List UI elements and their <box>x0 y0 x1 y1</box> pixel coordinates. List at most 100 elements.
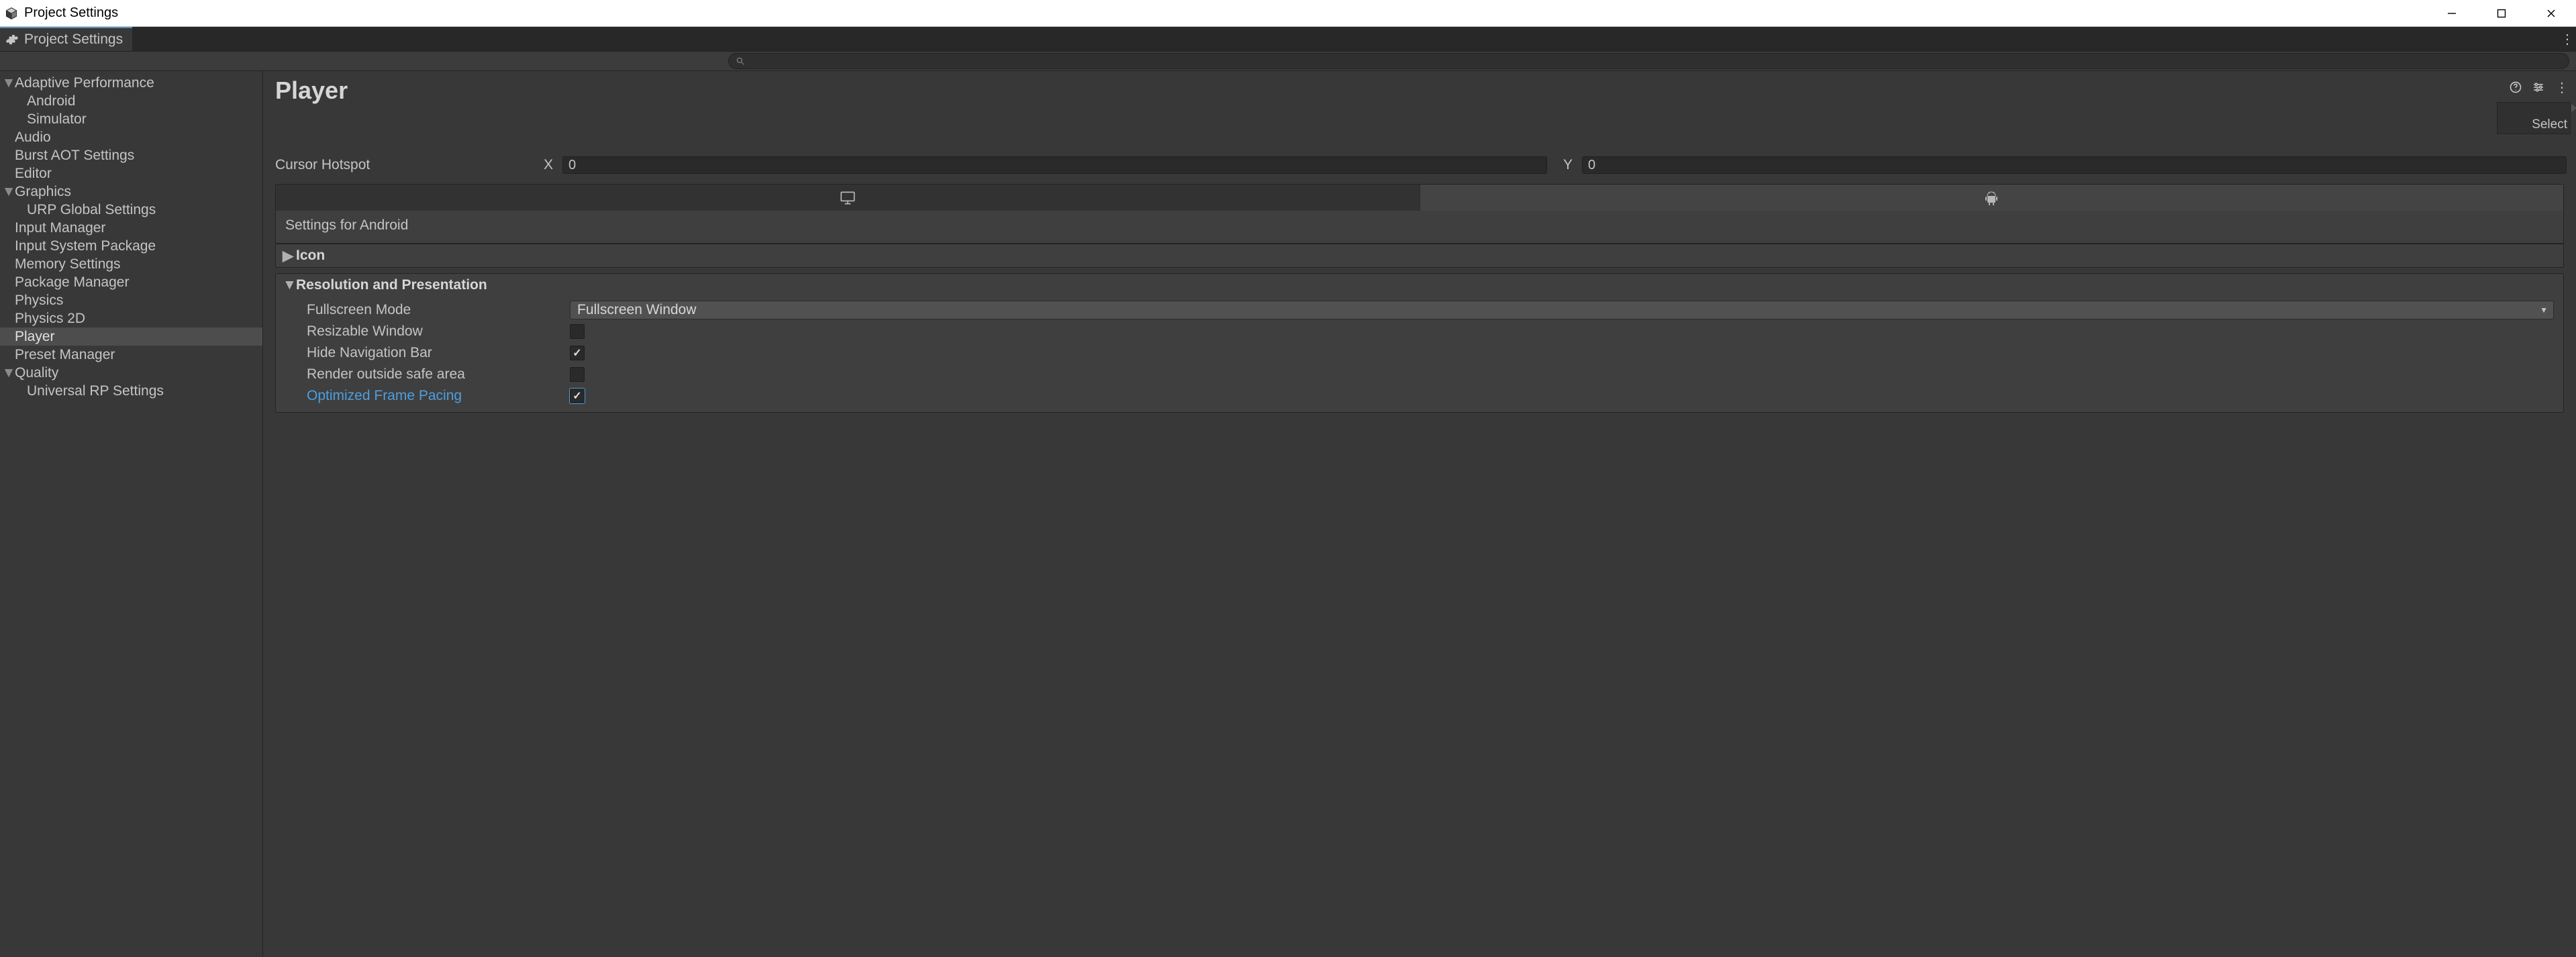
sidebar-item-label: Burst AOT Settings <box>15 148 134 164</box>
page-title: Player <box>275 77 2509 105</box>
platform-tab-group <box>275 184 2564 211</box>
render-outside-safe-label: Render outside safe area <box>307 366 570 383</box>
sidebar-item-label: Adaptive Performance <box>15 75 154 91</box>
sidebar-item-label: Universal RP Settings <box>27 383 164 399</box>
sidebar-item-editor[interactable]: ▼Editor <box>0 164 262 183</box>
sidebar-item-label: Input System Package <box>15 238 156 254</box>
foldout-icon-title: Icon <box>296 248 325 264</box>
sidebar-item-label: Android <box>27 93 75 109</box>
resizable-window-label: Resizable Window <box>307 323 570 340</box>
sidebar-item-quality[interactable]: ▼Quality <box>0 364 262 382</box>
overflow-menu-icon[interactable]: ⋮ <box>2555 81 2568 94</box>
chevron-down-icon: ▼ <box>3 75 15 91</box>
foldout-resolution-header[interactable]: ▼ Resolution and Presentation <box>276 274 2563 297</box>
sidebar-item-label: Simulator <box>27 111 87 128</box>
sidebar-item-label: Quality <box>15 365 58 381</box>
os-titlebar: Project Settings <box>0 0 2576 27</box>
y-axis-label: Y <box>1563 157 1579 173</box>
resizable-window-checkbox[interactable] <box>570 324 585 339</box>
chevron-down-icon: ▼ <box>2540 305 2548 315</box>
select-button-label: Select <box>2532 117 2567 132</box>
sidebar-item-android[interactable]: Android <box>0 92 262 110</box>
sidebar-item-adaptive-performance[interactable]: ▼Adaptive Performance <box>0 74 262 92</box>
hide-nav-bar-label: Hide Navigation Bar <box>307 345 570 361</box>
hide-nav-bar-checkbox[interactable] <box>570 346 585 360</box>
cursor-hotspot-label: Cursor Hotspot <box>275 157 544 173</box>
preset-icon[interactable] <box>2532 81 2545 94</box>
sidebar-item-label: URP Global Settings <box>27 202 156 218</box>
sidebar-item-package-manager[interactable]: ▼Package Manager <box>0 273 262 291</box>
optimized-frame-pacing-row: Optimized Frame Pacing <box>276 385 2563 407</box>
sidebar-item-memory-settings[interactable]: ▼Memory Settings <box>0 255 262 273</box>
tab-project-settings[interactable]: Project Settings <box>0 27 132 51</box>
sidebar-item-label: Editor <box>15 166 52 182</box>
sidebar-item-input-system-package[interactable]: ▼Input System Package <box>0 237 262 255</box>
android-icon <box>1983 190 1999 206</box>
sidebar-item-simulator[interactable]: Simulator <box>0 110 262 128</box>
desktop-icon <box>839 189 856 207</box>
window-maximize-button[interactable] <box>2477 0 2526 27</box>
sidebar-item-preset-manager[interactable]: ▼Preset Manager <box>0 346 262 364</box>
sidebar-item-input-manager[interactable]: ▼Input Manager <box>0 219 262 237</box>
sidebar-item-audio[interactable]: ▼Audio <box>0 128 262 146</box>
render-outside-safe-checkbox[interactable] <box>570 367 585 382</box>
platform-tab-desktop[interactable] <box>276 185 1420 211</box>
sidebar-item-physics[interactable]: ▼Physics <box>0 291 262 309</box>
search-icon <box>736 56 745 66</box>
cursor-hotspot-x-input[interactable] <box>562 156 1547 174</box>
fullscreen-mode-dropdown[interactable]: Fullscreen Window ▼ <box>570 301 2554 319</box>
window-minimize-button[interactable] <box>2427 0 2477 27</box>
foldout-resolution: ▼ Resolution and Presentation Fullscreen… <box>275 273 2564 413</box>
sidebar-item-universal-rp-settings[interactable]: Universal RP Settings <box>0 382 262 400</box>
render-outside-safe-row: Render outside safe area <box>276 364 2563 385</box>
chevron-down-icon: ▼ <box>283 277 292 293</box>
sidebar-item-label: Physics 2D <box>15 311 85 327</box>
fullscreen-mode-row: Fullscreen Mode Fullscreen Window ▼ <box>276 299 2563 321</box>
sidebar-item-label: Preset Manager <box>15 347 115 363</box>
sidebar-item-label: Input Manager <box>15 220 105 236</box>
gear-icon <box>5 33 19 46</box>
sidebar-item-label: Package Manager <box>15 274 129 291</box>
sidebar-item-graphics[interactable]: ▼Graphics <box>0 183 262 201</box>
chevron-down-icon: ▼ <box>3 184 15 200</box>
help-icon[interactable] <box>2509 81 2522 94</box>
unity-icon <box>4 6 19 21</box>
sidebar-item-label: Memory Settings <box>15 256 121 272</box>
window-close-button[interactable] <box>2526 0 2576 27</box>
settings-search-input[interactable] <box>749 56 2562 66</box>
foldout-resolution-title: Resolution and Presentation <box>296 277 487 293</box>
texture-select-button[interactable]: Select <box>2497 102 2571 134</box>
settings-for-label: Settings for Android <box>284 217 2555 240</box>
tabbar-overflow-menu[interactable]: ⋮ <box>2560 27 2576 51</box>
tab-label: Project Settings <box>24 32 123 48</box>
fullscreen-mode-value: Fullscreen Window <box>577 302 696 318</box>
foldout-icon-header[interactable]: ▶ Icon <box>276 244 2563 267</box>
sidebar-item-label: Physics <box>15 293 63 309</box>
cursor-hotspot-y-input[interactable] <box>1582 156 2567 174</box>
editor-tabbar: Project Settings ⋮ <box>0 27 2576 51</box>
os-window-title: Project Settings <box>24 5 118 21</box>
optimized-frame-pacing-label: Optimized Frame Pacing <box>307 388 570 404</box>
sidebar-item-burst-aot-settings[interactable]: ▼Burst AOT Settings <box>0 146 262 164</box>
settings-search-field[interactable] <box>728 53 2569 69</box>
settings-category-sidebar[interactable]: ▼Adaptive PerformanceAndroidSimulator▼Au… <box>0 71 263 957</box>
chevron-down-icon: ▼ <box>3 365 15 381</box>
resizable-window-row: Resizable Window <box>276 321 2563 342</box>
sidebar-item-label: Audio <box>15 130 51 146</box>
x-axis-label: X <box>544 157 560 173</box>
toolbar-row <box>0 51 2576 71</box>
sidebar-item-player[interactable]: ▼Player <box>0 328 262 346</box>
fullscreen-mode-label: Fullscreen Mode <box>307 302 570 318</box>
settings-content-pane: Player ⋮ Select <box>263 71 2576 957</box>
chevron-right-icon: ▶ <box>283 248 292 264</box>
foldout-icon: ▶ Icon <box>275 244 2564 268</box>
sidebar-item-label: Graphics <box>15 184 71 200</box>
hide-nav-bar-row: Hide Navigation Bar <box>276 342 2563 364</box>
sidebar-item-physics-2d[interactable]: ▼Physics 2D <box>0 309 262 328</box>
sidebar-item-label: Player <box>15 329 55 345</box>
platform-settings-body: Settings for Android <box>275 211 2564 244</box>
optimized-frame-pacing-checkbox[interactable] <box>570 389 585 403</box>
cursor-hotspot-row: Cursor Hotspot X Y <box>263 154 2576 176</box>
platform-tab-android[interactable] <box>1420 185 2564 211</box>
sidebar-item-urp-global-settings[interactable]: URP Global Settings <box>0 201 262 219</box>
